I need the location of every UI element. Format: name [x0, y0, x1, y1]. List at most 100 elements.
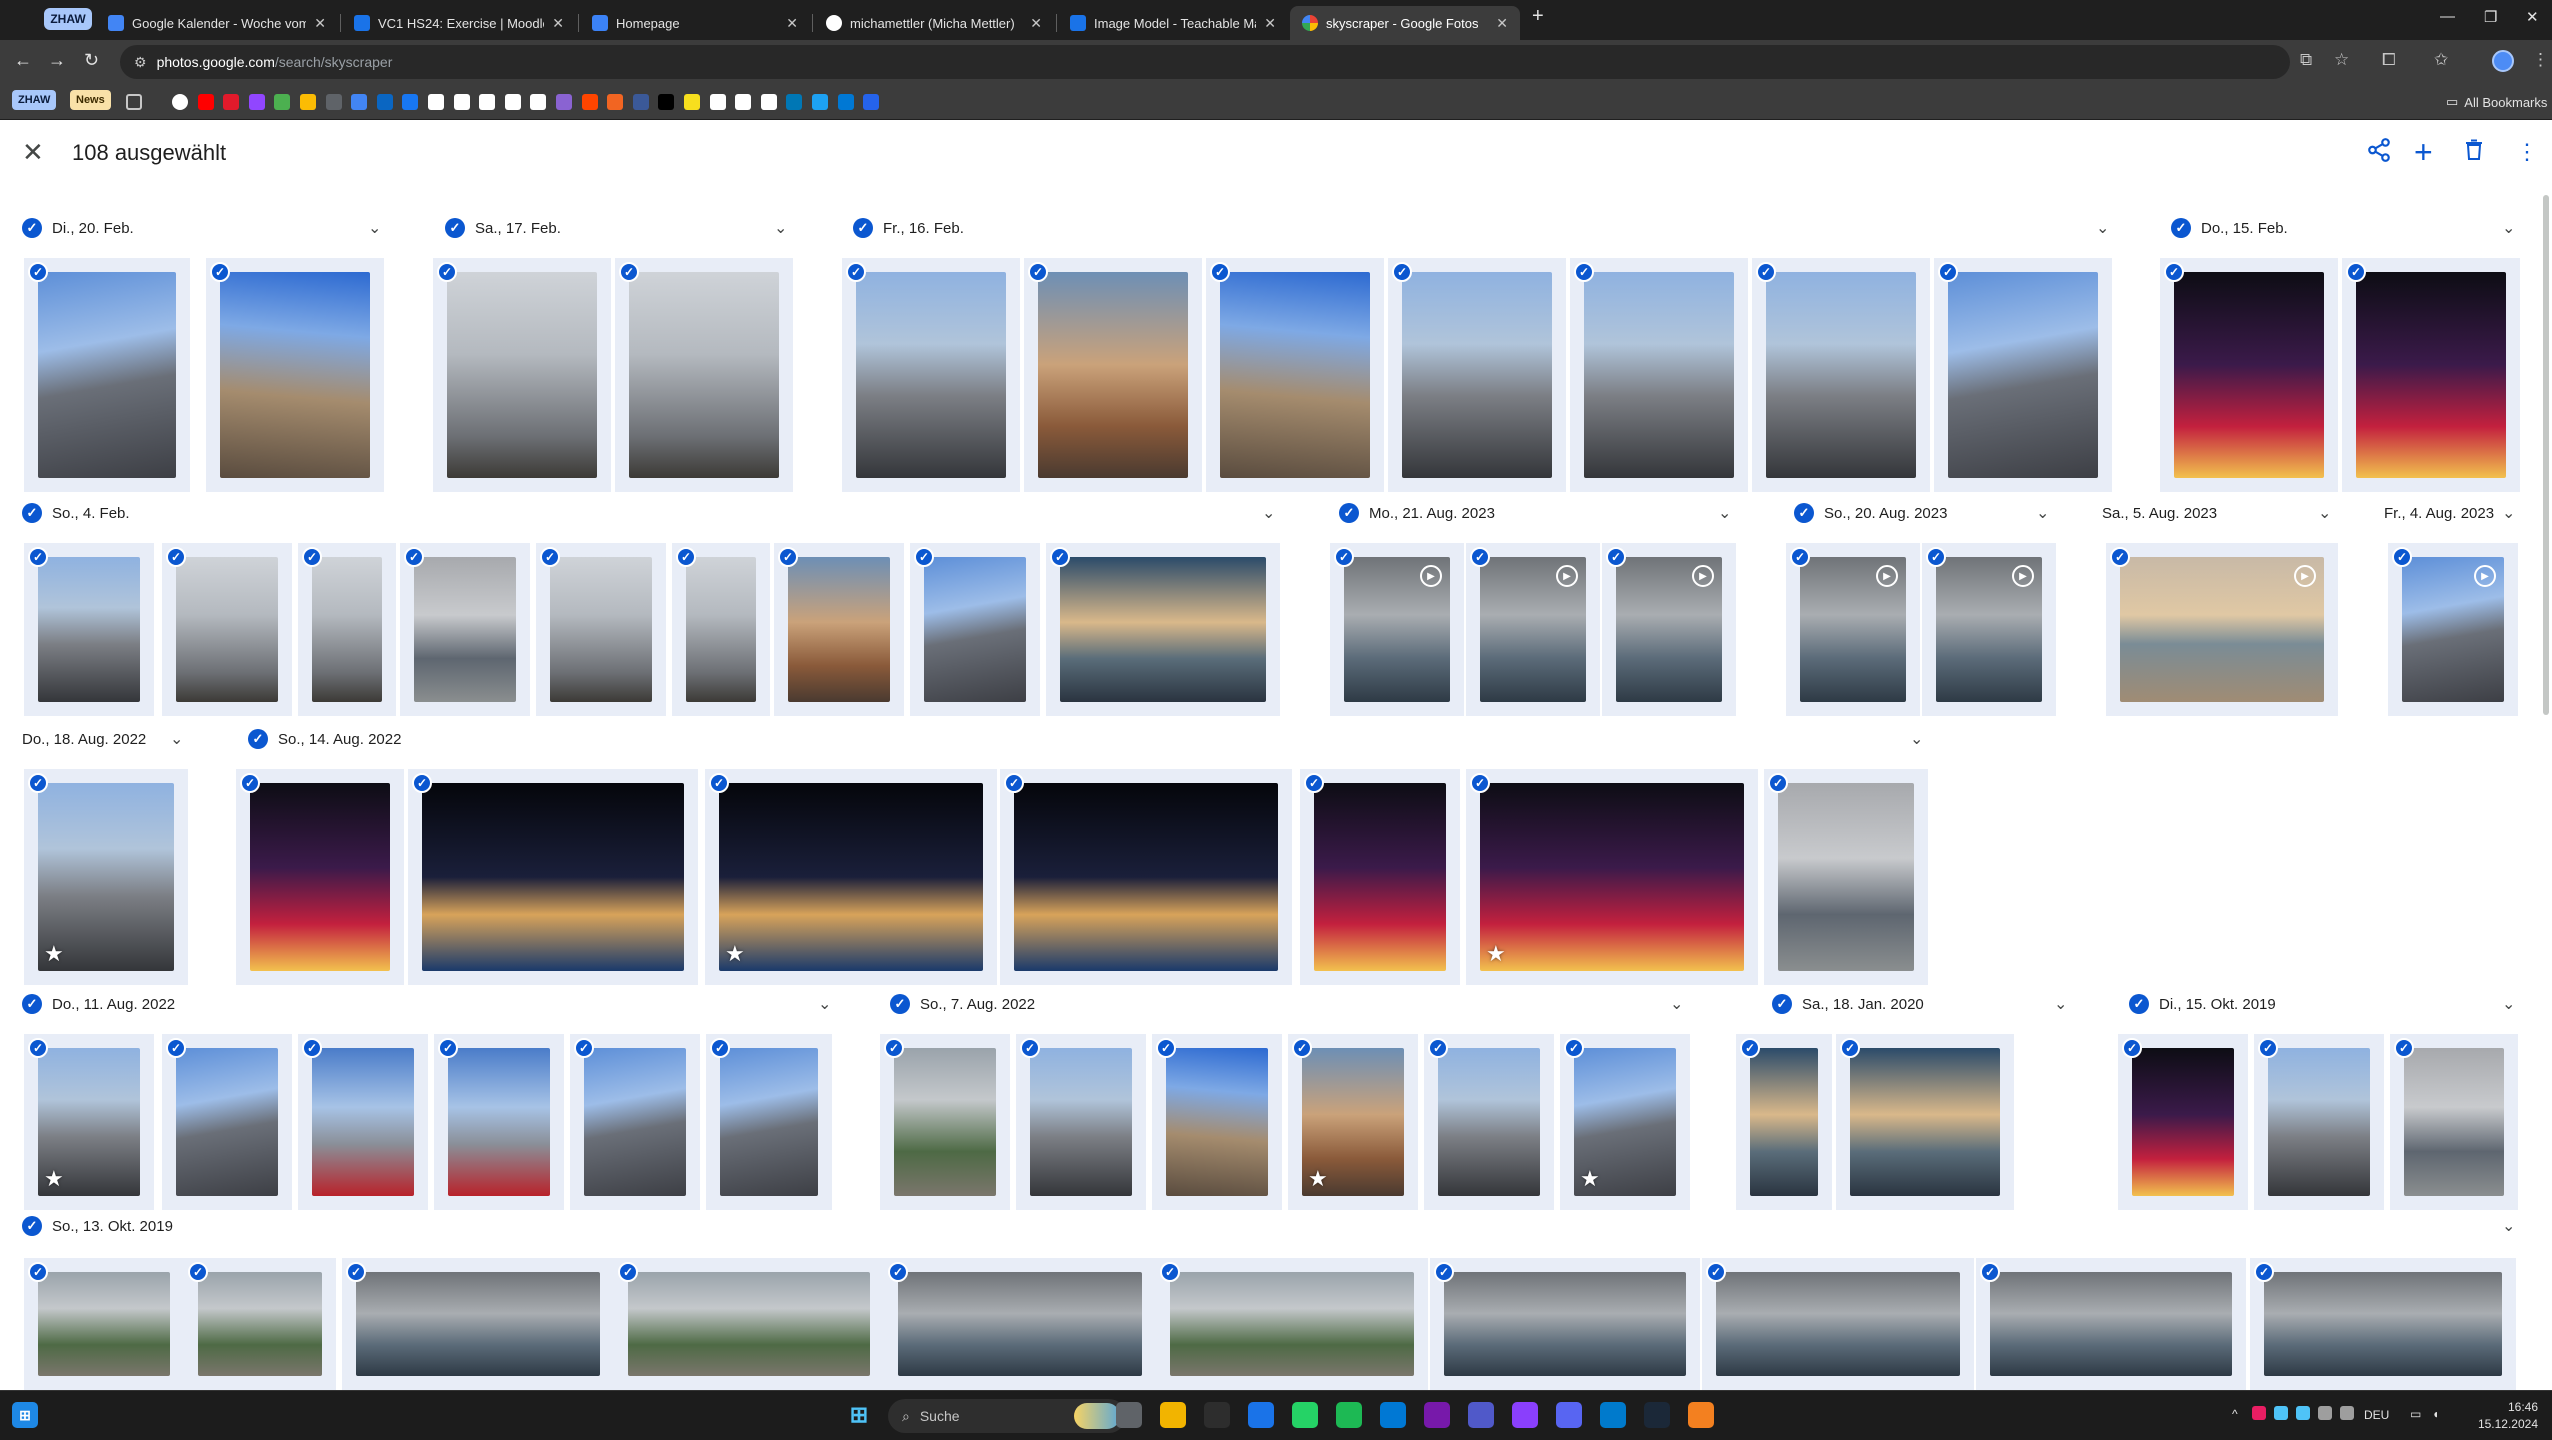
back-icon[interactable]: ← — [14, 50, 32, 71]
chevron-down-icon[interactable]: ⌄ — [170, 729, 183, 749]
onenote-icon[interactable] — [1424, 1402, 1450, 1428]
photo-selected-check-icon[interactable]: ✓ — [1470, 773, 1490, 793]
photo-selected-check-icon[interactable]: ✓ — [1156, 1038, 1176, 1058]
taskbar-search[interactable]: ⌕ Suche — [888, 1399, 1126, 1433]
group-check-icon[interactable]: ✓ — [1794, 503, 1814, 523]
photo-selected-check-icon[interactable]: ✓ — [1428, 1038, 1448, 1058]
tab-zhaw-group[interactable]: ZHAW — [44, 8, 92, 30]
photo-tile[interactable]: ✓ ★ — [705, 769, 997, 985]
photo-selected-check-icon[interactable]: ✓ — [1028, 262, 1048, 282]
bookmark-icon[interactable] — [479, 94, 496, 110]
bookmark-icon[interactable] — [197, 94, 214, 110]
chevron-down-icon[interactable]: ⌄ — [2502, 1216, 2515, 1236]
photo-tile[interactable]: ✓ — [400, 543, 530, 716]
photo-tile[interactable]: ✓ — [298, 1034, 428, 1210]
close-tab-icon[interactable]: ✕ — [786, 15, 798, 32]
photo-selected-check-icon[interactable]: ✓ — [1564, 1038, 1584, 1058]
photo-tile[interactable]: ✓ — [672, 543, 770, 716]
photo-selected-check-icon[interactable]: ✓ — [709, 773, 729, 793]
photo-selected-check-icon[interactable]: ✓ — [540, 547, 560, 567]
photo-tile[interactable]: ✓ — [1934, 258, 2112, 492]
photo-tile[interactable]: ✓ — [1752, 258, 1930, 492]
photo-tile[interactable]: ✓ — [1152, 1034, 1282, 1210]
photo-thumbnail[interactable] — [1990, 1272, 2232, 1376]
photo-thumbnail[interactable] — [720, 1048, 818, 1196]
photo-selected-check-icon[interactable]: ✓ — [1160, 1262, 1180, 1282]
bookmark-icon[interactable] — [274, 94, 291, 110]
photo-tile[interactable]: ✓ — [433, 258, 611, 492]
photo-tile[interactable]: ✓ — [1300, 769, 1460, 985]
photo-selected-check-icon[interactable]: ✓ — [1050, 547, 1070, 567]
group-check-icon[interactable]: ✓ — [2129, 994, 2149, 1014]
photo-thumbnail[interactable] — [312, 557, 382, 702]
photo-tile[interactable]: ✓ — [1156, 1258, 1428, 1390]
photo-tile[interactable]: ✓ ▶ — [2388, 543, 2518, 716]
profile-avatar[interactable] — [2492, 50, 2514, 72]
bookmark-icon[interactable] — [504, 94, 521, 110]
photo-tile[interactable]: ✓ — [1702, 1258, 1974, 1390]
photo-selected-check-icon[interactable]: ✓ — [1210, 262, 1230, 282]
photo-selected-check-icon[interactable]: ✓ — [437, 262, 457, 282]
photo-selected-check-icon[interactable]: ✓ — [2254, 1262, 2274, 1282]
photo-selected-check-icon[interactable]: ✓ — [1926, 547, 1946, 567]
bookmark-icon[interactable] — [786, 94, 803, 110]
language-indicator[interactable]: DEU — [2364, 1408, 2389, 1422]
photo-thumbnail[interactable] — [250, 783, 390, 971]
photo-tile[interactable]: ✓ — [2390, 1034, 2518, 1210]
photo-thumbnail[interactable] — [1170, 1272, 1414, 1376]
photo-thumbnail[interactable] — [447, 272, 597, 478]
photo-thumbnail[interactable] — [1480, 783, 1744, 971]
date-group-header[interactable]: Sa., 5. Aug. 2023 — [2102, 501, 2217, 525]
group-check-icon[interactable]: ✓ — [22, 994, 42, 1014]
photo-thumbnail[interactable] — [550, 557, 652, 702]
date-group-header[interactable]: ✓ Sa., 18. Jan. 2020 — [1772, 992, 1924, 1016]
start-icon[interactable]: ⊞ — [12, 1402, 38, 1428]
photo-tile[interactable]: ✓ — [774, 543, 904, 716]
bookmark-icon[interactable] — [223, 94, 240, 110]
close-tab-icon[interactable]: ✕ — [1264, 15, 1276, 32]
tray-app-icon[interactable] — [2296, 1406, 2310, 1420]
photo-tile[interactable]: ✓ — [1736, 1034, 1832, 1210]
tab-homepage[interactable]: Homepage ✕ — [580, 6, 810, 40]
photo-selected-check-icon[interactable]: ✓ — [28, 1262, 48, 1282]
photo-tile[interactable]: ✓ — [2160, 258, 2338, 492]
photo-thumbnail[interactable] — [422, 783, 684, 971]
photo-thumbnail[interactable] — [1750, 1048, 1818, 1196]
photo-tile[interactable]: ✓ ▶ — [1466, 543, 1600, 716]
photo-selected-check-icon[interactable]: ✓ — [28, 1038, 48, 1058]
photo-thumbnail[interactable] — [198, 1272, 322, 1376]
photo-thumbnail[interactable] — [2132, 1048, 2234, 1196]
photo-selected-check-icon[interactable]: ✓ — [1938, 262, 1958, 282]
date-group-header[interactable]: ✓ Di., 20. Feb. — [22, 216, 134, 240]
chevron-down-icon[interactable]: ⌄ — [2054, 994, 2067, 1014]
photo-tile[interactable]: ✓ — [706, 1034, 832, 1210]
photo-selected-check-icon[interactable]: ✓ — [884, 1038, 904, 1058]
photo-tile[interactable]: ✓ — [570, 1034, 700, 1210]
group-check-icon[interactable]: ✓ — [22, 1216, 42, 1236]
photo-thumbnail[interactable] — [629, 272, 779, 478]
photo-selected-check-icon[interactable]: ✓ — [28, 773, 48, 793]
photo-selected-check-icon[interactable]: ✓ — [166, 1038, 186, 1058]
photo-thumbnail[interactable] — [1314, 783, 1446, 971]
chevron-down-icon[interactable]: ⌄ — [1670, 994, 1683, 1014]
photo-selected-check-icon[interactable]: ✓ — [2122, 1038, 2142, 1058]
bookmark-folder-news[interactable]: News — [70, 90, 111, 110]
apps-grid-icon[interactable] — [126, 94, 142, 110]
date-group-header[interactable]: Do., 18. Aug. 2022 — [22, 727, 146, 751]
bookmark-icon[interactable] — [658, 94, 675, 110]
photo-thumbnail[interactable] — [1766, 272, 1916, 478]
photo-selected-check-icon[interactable]: ✓ — [404, 547, 424, 567]
photo-selected-check-icon[interactable]: ✓ — [1740, 1038, 1760, 1058]
group-check-icon[interactable]: ✓ — [1772, 994, 1792, 1014]
new-tab-button[interactable]: + — [1532, 5, 1544, 28]
photo-selected-check-icon[interactable]: ✓ — [1840, 1038, 1860, 1058]
photo-selected-check-icon[interactable]: ✓ — [1292, 1038, 1312, 1058]
photo-thumbnail[interactable] — [414, 557, 516, 702]
date-group-header[interactable]: ✓ Fr., 16. Feb. — [853, 216, 964, 240]
photo-tile[interactable]: ✓ ★ — [24, 1034, 154, 1210]
photo-thumbnail[interactable] — [1014, 783, 1278, 971]
photo-tile[interactable]: ✓ — [884, 1258, 1156, 1390]
photo-tile[interactable]: ✓ — [236, 769, 404, 985]
bookmark-star-icon[interactable]: ☆ — [2334, 50, 2349, 70]
chevron-down-icon[interactable]: ⌄ — [1718, 503, 1731, 523]
